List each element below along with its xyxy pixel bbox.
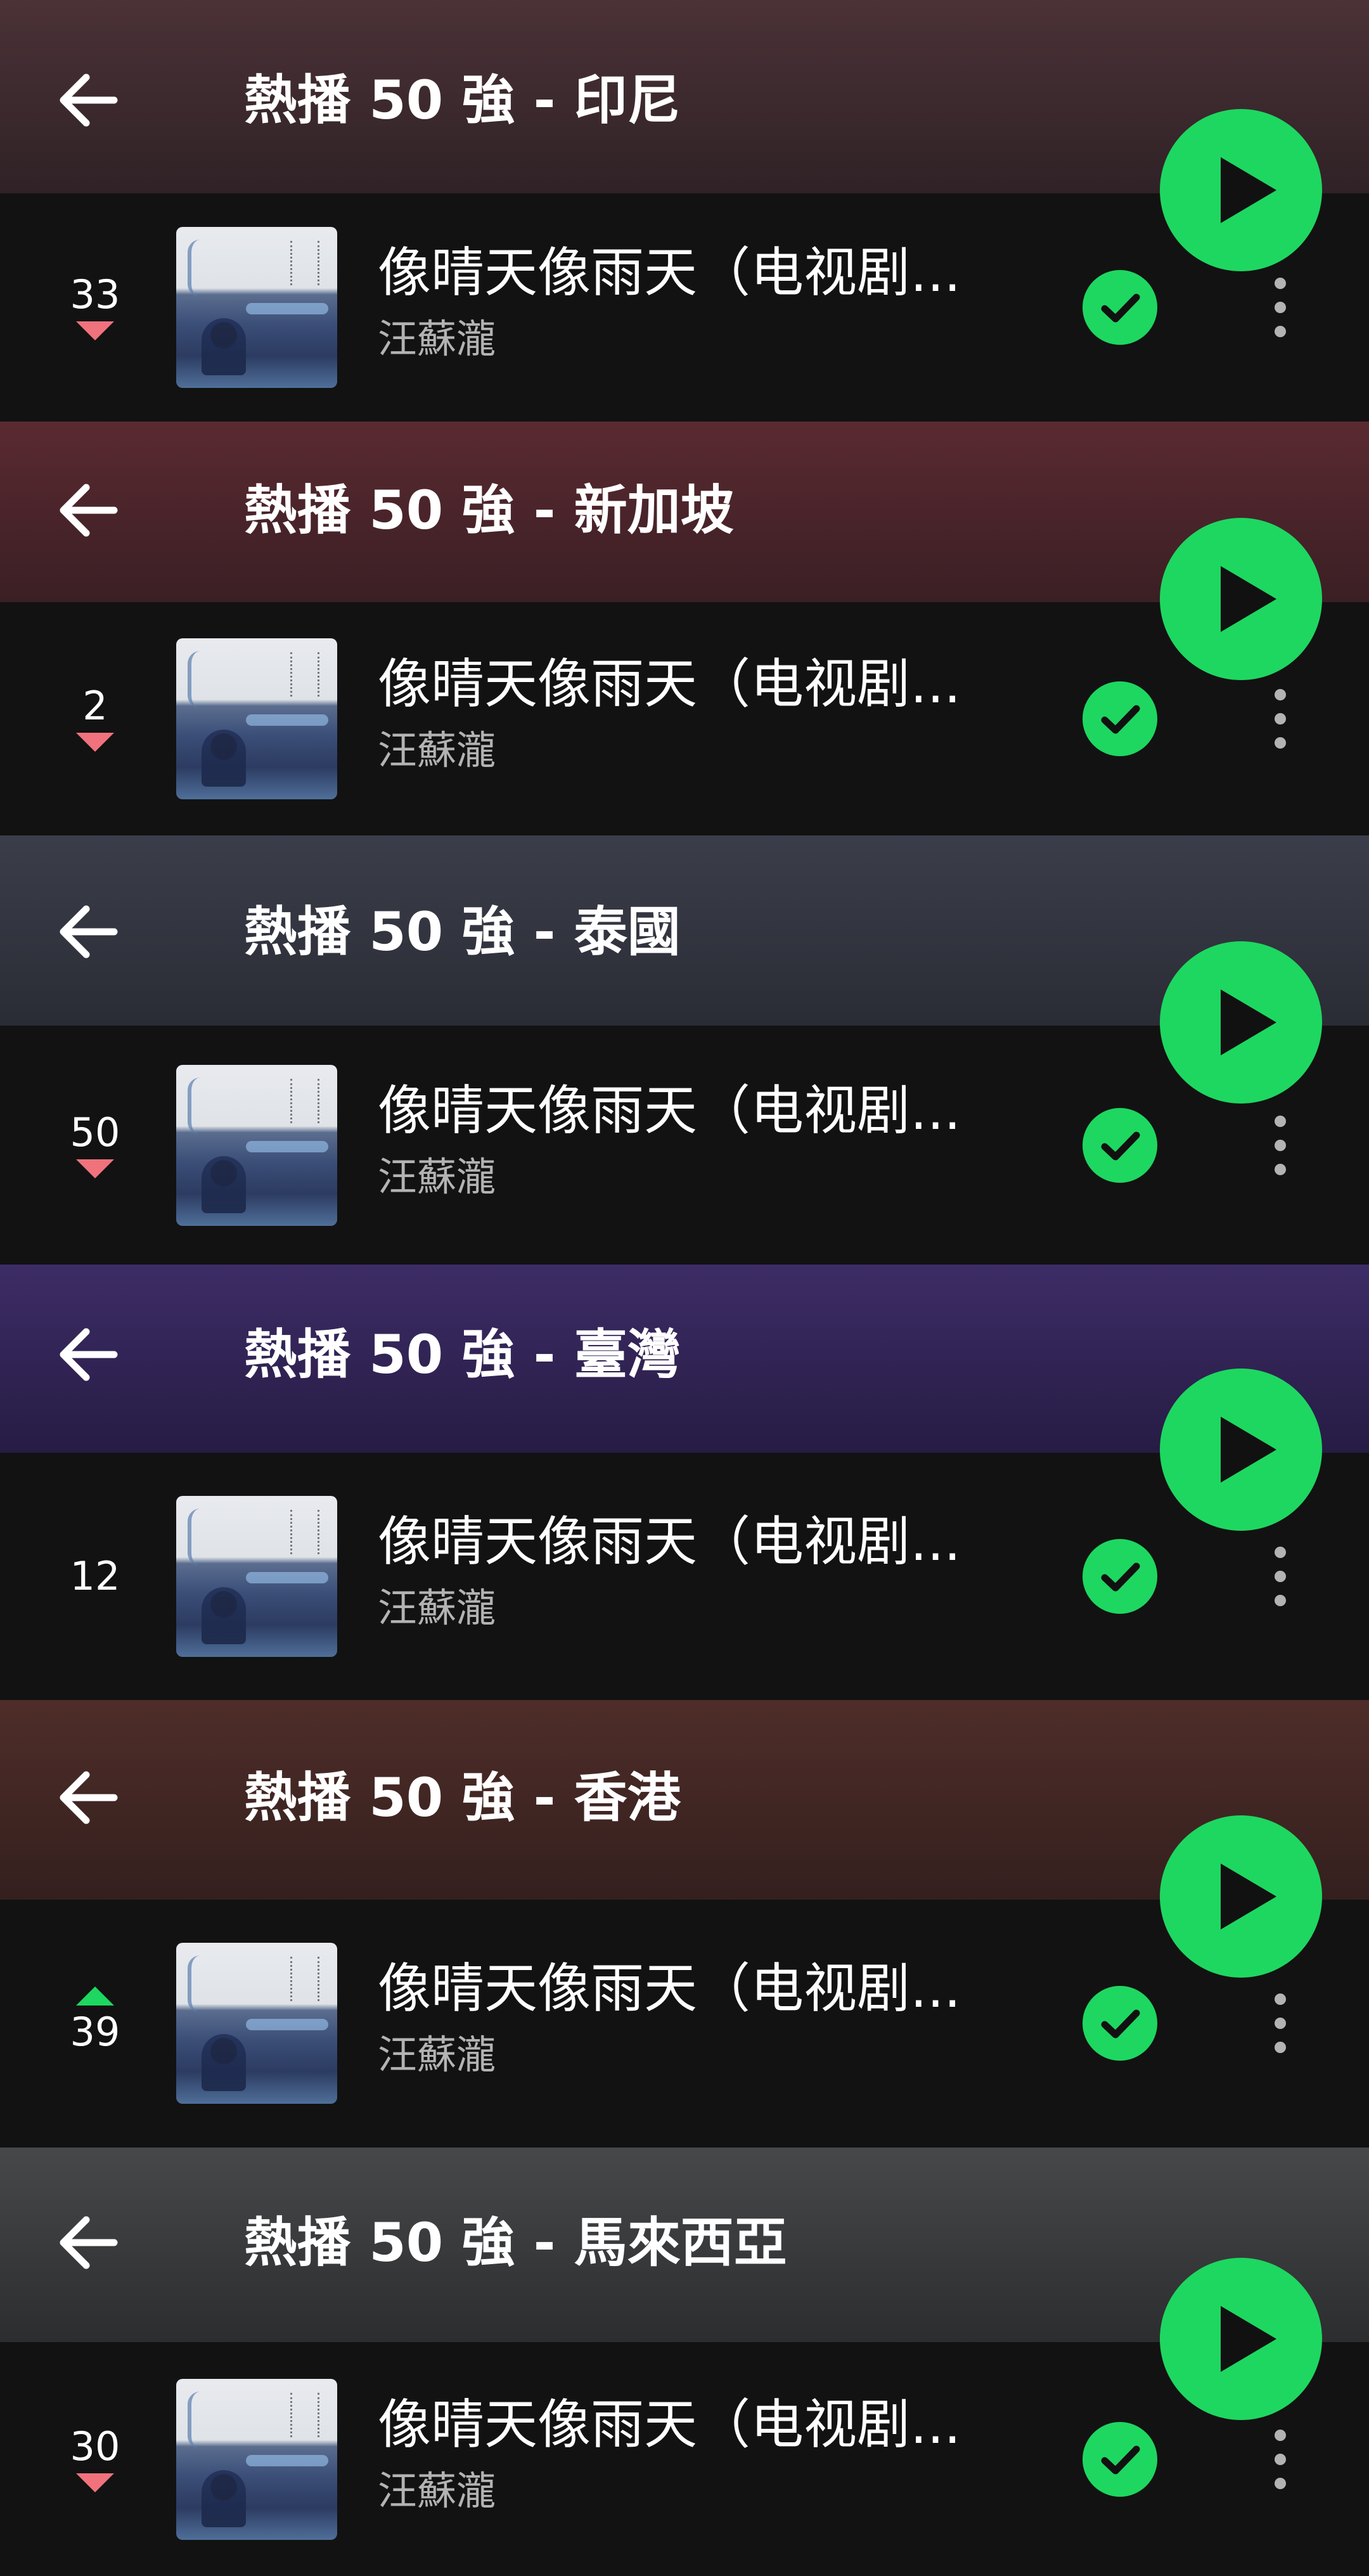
back-arrow-icon[interactable] [51,1760,127,1836]
album-cover-image [176,638,337,799]
artist-name: 汪蘇瀧 [378,2032,496,2078]
trend-up-icon [75,1985,115,2007]
rank-number: 2 [82,683,108,729]
play-button[interactable] [1160,109,1322,271]
back-arrow-icon[interactable] [51,472,127,548]
play-button[interactable] [1160,941,1322,1104]
playlist-title: 熱播 50 強 - 新加坡 [244,479,734,541]
song-title: 像晴天像雨天（电视剧... [378,1079,961,1142]
chart-section: 熱播 50 強 - 香港 39 像晴天像雨天（电视剧... 汪蘇瀧 [0,1700,1369,2147]
song-title: 像晴天像雨天（电视剧... [378,2393,961,2456]
rank-number: 50 [70,1109,120,1156]
downloaded-check-icon[interactable] [1083,1539,1157,1614]
more-options-icon[interactable] [1261,2421,1299,2497]
rank-number: 12 [70,1553,120,1599]
rank-indicator: 30 [38,2421,152,2494]
play-button[interactable] [1160,2258,1322,2420]
rank-indicator: 39 [38,1985,152,2058]
downloaded-check-icon[interactable] [1083,2421,1157,2497]
more-options-icon[interactable] [1261,269,1299,345]
downloaded-check-icon[interactable] [1083,1986,1157,2061]
album-cover-image [176,2378,337,2540]
song-title: 像晴天像雨天（电视剧... [378,1957,961,2019]
rank-indicator: 2 [38,681,152,753]
chart-section: 熱播 50 強 - 泰國 50 像晴天像雨天（电视剧... 汪蘇瀧 [0,835,1369,1265]
playlist-title: 熱播 50 強 - 泰國 [244,901,681,963]
artist-name: 汪蘇瀧 [378,316,496,362]
artist-name: 汪蘇瀧 [378,1585,496,1631]
rank-indicator: 33 [38,269,152,342]
album-cover-image [176,1496,337,1657]
rank-indicator: 50 [38,1107,152,1180]
playlist-title: 熱播 50 強 - 臺灣 [244,1323,681,1386]
back-arrow-icon[interactable] [51,2205,127,2281]
song-title: 像晴天像雨天（电视剧... [378,242,961,304]
downloaded-check-icon[interactable] [1083,270,1157,345]
downloaded-check-icon[interactable] [1083,681,1157,756]
more-options-icon[interactable] [1261,1538,1299,1614]
song-title: 像晴天像雨天（电视剧... [378,653,961,715]
play-button[interactable] [1160,518,1322,680]
more-options-icon[interactable] [1261,681,1299,757]
more-options-icon[interactable] [1261,1107,1299,1183]
play-button[interactable] [1160,1368,1322,1531]
playlist-title: 熱播 50 強 - 香港 [244,1767,681,1829]
artist-name: 汪蘇瀧 [378,727,496,773]
album-cover-image [176,1943,337,2104]
more-options-icon[interactable] [1261,1985,1299,2061]
back-arrow-icon[interactable] [51,62,127,138]
playlist-title: 熱播 50 強 - 馬來西亞 [244,2212,787,2274]
trend-down-icon [75,320,115,342]
song-title: 像晴天像雨天（电视剧... [378,1510,961,1573]
rank-indicator: 12 [38,1551,152,1602]
album-cover-image [176,1064,337,1226]
back-arrow-icon[interactable] [51,1317,127,1393]
downloaded-check-icon[interactable] [1083,1107,1157,1183]
back-arrow-icon[interactable] [51,894,127,970]
chart-section: 熱播 50 強 - 馬來西亞 30 像晴天像雨天（电视剧... 汪蘇瀧 [0,2148,1369,2576]
play-button[interactable] [1160,1815,1322,1978]
chart-section: 熱播 50 強 - 印尼 33 像晴天像雨天（电视剧... 汪蘇瀧 [0,0,1369,422]
rank-number: 30 [70,2423,120,2470]
trend-down-icon [75,2472,115,2494]
rank-number: 33 [70,271,120,318]
trend-down-icon [75,731,115,753]
trend-down-icon [75,1158,115,1180]
artist-name: 汪蘇瀧 [378,2467,496,2514]
rank-number: 39 [70,2009,120,2055]
chart-section: 熱播 50 強 - 新加坡 2 像晴天像雨天（电视剧... 汪蘇瀧 [0,422,1369,835]
playlist-title: 熱播 50 強 - 印尼 [244,69,681,131]
album-cover-image [176,227,337,388]
chart-section: 熱播 50 強 - 臺灣 12 像晴天像雨天（电视剧... 汪蘇瀧 [0,1265,1369,1700]
screenshot-root: 熱播 50 強 - 印尼 33 像晴天像雨天（电视剧... 汪蘇瀧 熱播 50 強 - … [0,0,1369,2576]
artist-name: 汪蘇瀧 [378,1153,496,1200]
